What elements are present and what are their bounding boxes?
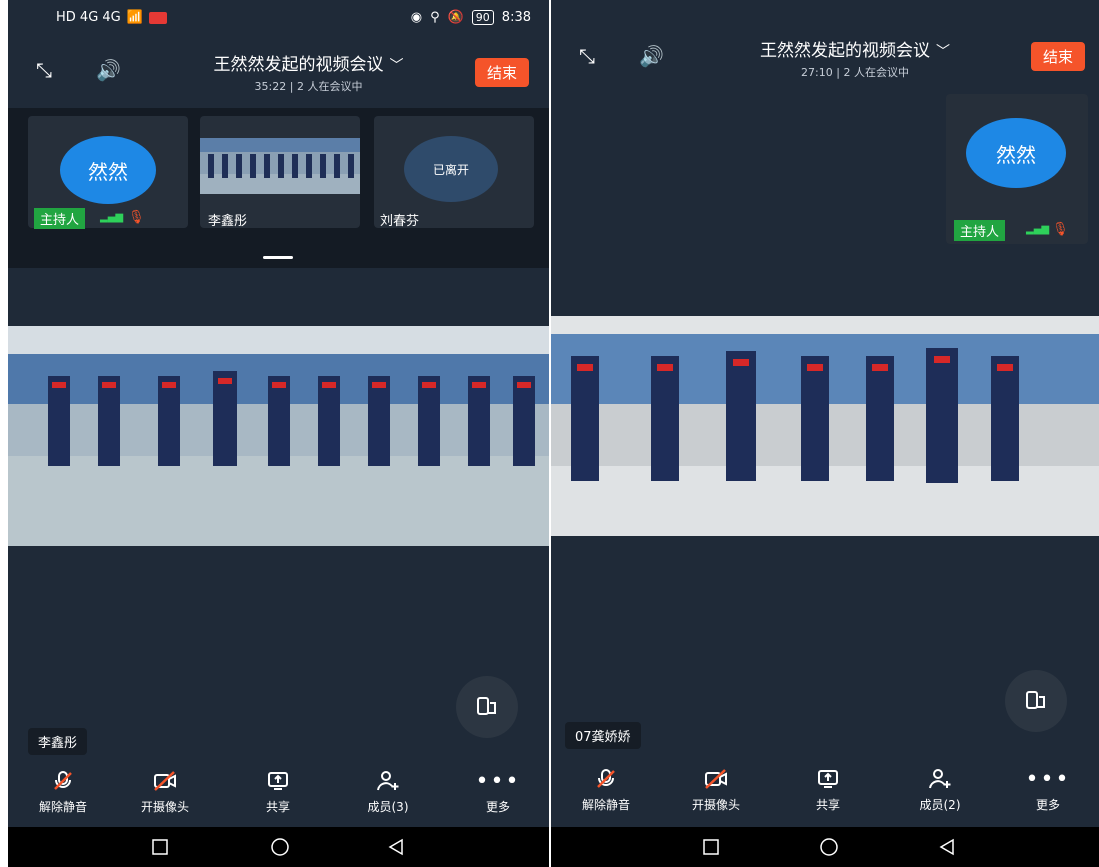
share-screen-icon [783, 766, 873, 792]
mic-off-icon: 🎙 [1052, 222, 1069, 237]
speaker-name-tag: 李鑫彤 [28, 728, 88, 755]
home-icon[interactable] [819, 837, 839, 857]
phone-right: ⤡ 🔊 王然然发起的视频会议 ﹀ 27:10 | 2 人在会议中 结束 然然 主持… [551, 0, 1099, 867]
participant-video-thumb [200, 138, 360, 194]
host-badge: 主持人 [954, 220, 1006, 241]
main-video[interactable] [551, 316, 1099, 536]
more-icon: ••• [475, 768, 521, 794]
participant-name: 李鑫彤 [208, 214, 248, 229]
tool-label: 更多 [1035, 798, 1060, 812]
meeting-subtitle: 27:10 | 2 人在会议中 [801, 66, 909, 79]
location-icon: ⚲ [430, 10, 440, 25]
switch-layout-icon [477, 697, 496, 715]
more-icon: ••• [1025, 766, 1071, 792]
participant-strip: 然然 主持人 ▂▄▆ 🎙 李鑫彤 已离开 刘春芬 [8, 108, 549, 268]
mic-off-icon [18, 768, 108, 794]
back-icon[interactable] [386, 837, 406, 857]
add-member-icon [343, 768, 433, 794]
tool-label: 解除静音 [581, 798, 630, 812]
switch-layout-button[interactable] [456, 676, 518, 738]
mute-bell-icon: 🔕 [447, 10, 464, 25]
system-nav-bar [8, 827, 549, 867]
network-indicator: HD 4G 4G [56, 10, 121, 25]
add-member-icon [895, 766, 985, 792]
app-notification-icon [148, 11, 167, 24]
recents-icon[interactable] [150, 837, 170, 857]
phone-left: HD 4G 4G 📶 ◉ ⚲ 🔕 90 8:38 ⤡ 🔊 王然然发起的视频会议 ﹀… [8, 0, 549, 867]
tool-label: 共享 [265, 800, 290, 814]
tool-label: 共享 [815, 798, 840, 812]
tool-label: 开摄像头 [140, 800, 189, 814]
avatar: 然然 [966, 118, 1066, 188]
participant-name: 刘春芬 [380, 214, 420, 229]
avatar: 然然 [60, 136, 156, 204]
members-button[interactable]: 成员(2) [895, 766, 985, 813]
battery-level: 90 [471, 10, 494, 25]
participant-tile-video[interactable]: 李鑫彤 [200, 116, 360, 229]
more-button[interactable]: ••• 更多 [1003, 766, 1093, 813]
minimize-icon[interactable]: ⤡ [36, 58, 52, 82]
collapse-handle-icon[interactable] [263, 256, 293, 259]
tool-label: 开摄像头 [691, 798, 740, 812]
speaker-name-tag: 07龚娇娇 [565, 722, 641, 749]
system-nav-bar [551, 827, 1099, 867]
switch-layout-button[interactable] [1005, 670, 1067, 732]
wifi-icon: 📶 [126, 10, 143, 25]
signal-icon: ▂▄▆ [1026, 224, 1050, 235]
share-button[interactable]: 共享 [233, 768, 323, 815]
eye-icon: ◉ [410, 10, 423, 25]
tool-label: 成员(2) [919, 798, 961, 812]
camera-off-icon [671, 766, 761, 792]
participant-tile-left[interactable]: 已离开 刘春芬 [374, 116, 534, 229]
end-meeting-button[interactable]: 结束 [474, 58, 529, 87]
back-icon[interactable] [937, 837, 957, 857]
chevron-down-icon[interactable]: ﹀ [390, 58, 404, 74]
tool-label: 解除静音 [38, 800, 87, 814]
recents-icon[interactable] [701, 837, 721, 857]
meeting-title[interactable]: 王然然发起的视频会议 [214, 55, 384, 75]
meeting-header: ⤡ 🔊 王然然发起的视频会议 ﹀ 35:22 | 2 人在会议中 结束 [8, 48, 549, 98]
share-screen-icon [233, 768, 323, 794]
participant-tile-host[interactable]: 然然 主持人 ▂▄▆ 🎙 [28, 116, 188, 229]
mic-off-icon [561, 766, 651, 792]
clock: 8:38 [501, 10, 531, 25]
tool-label: 更多 [485, 800, 510, 814]
classroom-video-scene [8, 326, 549, 546]
meeting-title[interactable]: 王然然发起的视频会议 [760, 41, 930, 61]
left-status-avatar: 已离开 [404, 136, 498, 202]
home-icon[interactable] [270, 837, 290, 857]
bottom-toolbar: 解除静音 开摄像头 共享 成员(2) ••• 更多 [551, 758, 1099, 828]
tool-label: 成员(3) [367, 800, 409, 814]
chevron-down-icon[interactable]: ﹀ [936, 44, 950, 60]
meeting-header: ⤡ 🔊 王然然发起的视频会议 ﹀ 27:10 | 2 人在会议中 结束 [551, 34, 1099, 84]
status-bar: HD 4G 4G 📶 ◉ ⚲ 🔕 90 8:38 [8, 0, 549, 40]
switch-layout-icon [1026, 691, 1045, 709]
mic-off-icon: 🎙 [128, 210, 145, 225]
signal-icon: ▂▄▆ [100, 212, 124, 223]
unmute-button[interactable]: 解除静音 [18, 768, 108, 815]
bottom-toolbar: 解除静音 开摄像头 共享 成员(3) ••• 更多 [8, 760, 549, 830]
end-meeting-button[interactable]: 结束 [1030, 42, 1085, 71]
host-badge: 主持人 [34, 208, 86, 229]
minimize-icon[interactable]: ⤡ [579, 44, 595, 68]
camera-button[interactable]: 开摄像头 [120, 768, 210, 815]
participant-tile-host[interactable]: 然然 主持人 ▂▄▆ 🎙 [946, 94, 1088, 244]
share-button[interactable]: 共享 [783, 766, 873, 813]
more-button[interactable]: ••• 更多 [453, 768, 543, 815]
camera-off-icon [120, 768, 210, 794]
main-video[interactable] [8, 326, 549, 546]
members-button[interactable]: 成员(3) [343, 768, 433, 815]
hall-video-scene [551, 316, 1099, 536]
camera-button[interactable]: 开摄像头 [671, 766, 761, 813]
unmute-button[interactable]: 解除静音 [561, 766, 651, 813]
